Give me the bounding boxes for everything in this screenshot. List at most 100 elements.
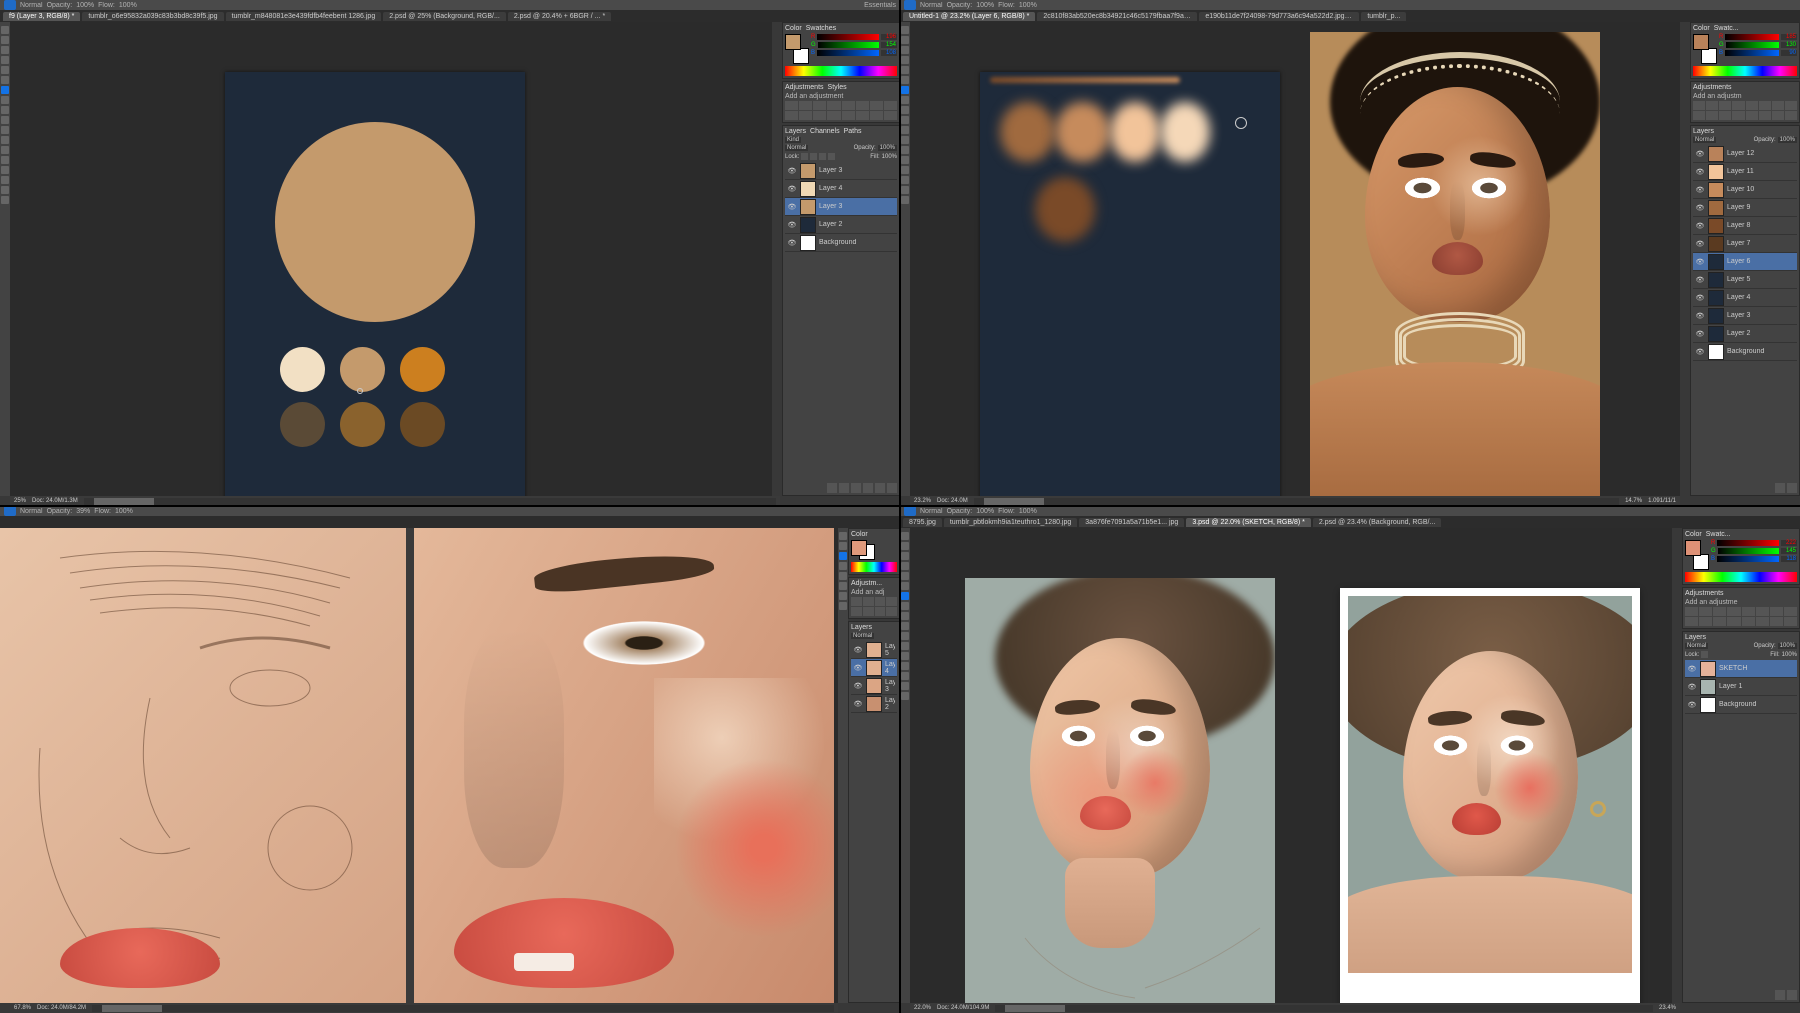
layer-name[interactable]: Layer 4 [1727,294,1795,301]
threshold-icon[interactable] [856,111,869,120]
blur-tool-icon[interactable] [901,632,909,640]
canvas-area[interactable] [910,22,1680,496]
move-tool-icon[interactable] [901,532,909,540]
layer-thumbnail[interactable] [1708,200,1724,216]
layer-thumbnail[interactable] [1708,164,1724,180]
document-tab[interactable]: f9 (Layer 3, RGB/8) * [3,12,80,21]
stamp-tool-icon[interactable] [901,602,909,610]
spectrum-ramp[interactable] [851,562,897,572]
visibility-eye-icon[interactable]: 👁 [1695,185,1705,195]
layer-row[interactable]: 👁 SKETCH [1685,660,1797,678]
visibility-eye-icon[interactable]: 👁 [1687,664,1697,674]
zoom-level[interactable]: 23.2% [914,498,931,504]
visibility-eye-icon[interactable]: 👁 [1695,239,1705,249]
adj-icon[interactable] [851,597,862,606]
layer-name[interactable]: Layer 2 [885,697,895,711]
flow-value[interactable]: 100% [115,508,133,515]
fill-input[interactable]: 100% [1782,652,1797,658]
document-tab[interactable]: 2.psd @ 23.4% (Background, RGB/... [1313,518,1441,527]
background-color-swatch[interactable] [1701,48,1717,64]
bw-icon[interactable] [884,101,897,110]
adj-icon[interactable] [1746,111,1758,120]
zoom-tool-icon[interactable] [901,692,909,700]
layer-thumbnail[interactable] [866,660,882,676]
painting-in-progress[interactable] [0,528,410,1003]
layer-row[interactable]: 👁Layer 5 [851,641,897,659]
canvas-area[interactable] [0,528,838,1003]
opacity-input[interactable]: 100% [878,145,897,151]
zoom-level-2[interactable]: 14.7% [1625,498,1642,504]
layer-name[interactable]: Layer 1 [1719,683,1795,690]
zoom-tool-icon[interactable] [901,196,909,204]
layer-name[interactable]: SKETCH [1719,665,1795,672]
blur-tool-icon[interactable] [1,126,9,134]
layer-row[interactable]: 👁Layer 10 [1693,181,1797,199]
slider-track[interactable] [1717,556,1779,562]
spectrum-ramp[interactable] [785,66,897,76]
channel-value[interactable]: 108 [881,50,897,56]
layer-thumbnail[interactable] [1700,661,1716,677]
new-layer-icon[interactable] [1775,990,1785,1000]
visibility-eye-icon[interactable]: 👁 [853,645,863,655]
type-tool-icon[interactable] [1,156,9,164]
layer-name[interactable]: Background [1727,348,1795,355]
pen-tool-icon[interactable] [901,146,909,154]
layer-row[interactable]: 👁Layer 4 [785,180,897,198]
dodge-tool-icon[interactable] [901,642,909,650]
shape-tool-icon[interactable] [901,672,909,680]
slider-track[interactable] [1725,34,1779,40]
layer-row[interactable]: 👁Layer 5 [1693,271,1797,289]
gradient-tool-icon[interactable] [1,116,9,124]
styles-tab[interactable]: Styles [828,84,847,91]
layer-thumbnail[interactable] [1708,272,1724,288]
horizontal-scrollbar[interactable] [974,498,1619,505]
document-tab[interactable]: tumblr_pbtlokmh9ia1teuthro1_1280.jpg [944,518,1077,527]
pen-tool-icon[interactable] [1,146,9,154]
reference-polaroid[interactable] [1340,588,1640,1003]
layer-row[interactable]: 👁Layer 2 [1693,325,1797,343]
adj-icon[interactable] [1699,617,1712,626]
hue-sat-icon[interactable] [856,101,869,110]
layer-thumbnail[interactable] [1708,146,1724,162]
adj-icon[interactable] [1772,111,1784,120]
slider-track[interactable] [1717,540,1779,546]
wand-tool-icon[interactable] [901,56,909,64]
layer-fx-icon[interactable] [839,483,849,493]
layer-thumbnail[interactable] [1700,679,1716,695]
foreground-color-swatch[interactable] [1693,34,1709,50]
layer-row[interactable]: 👁Background [1685,696,1797,714]
lasso-tool-icon[interactable] [901,552,909,560]
reference-image[interactable] [1310,32,1600,496]
posterize-icon[interactable] [842,111,855,120]
move-tool-icon[interactable] [1,26,9,34]
link-layers-icon[interactable] [827,483,837,493]
blend-mode-dropdown[interactable]: Normal [785,145,808,151]
layer-thumbnail[interactable] [1708,290,1724,306]
type-tool-icon[interactable] [901,662,909,670]
layer-row[interactable]: 👁Layer 2 [785,216,897,234]
layer-thumbnail[interactable] [1708,218,1724,234]
adj-icon[interactable] [1785,111,1797,120]
slider-track[interactable] [1718,548,1779,554]
color-balance-icon[interactable] [870,101,883,110]
document-tab[interactable]: 8795.jpg [903,518,942,527]
adj-icon[interactable] [1699,607,1712,616]
exposure-icon[interactable] [827,101,840,110]
layers-tab[interactable]: Layers [785,128,806,135]
visibility-eye-icon[interactable]: 👁 [787,166,797,176]
adj-icon[interactable] [1706,101,1718,110]
adj-icon[interactable] [863,607,874,616]
adj-icon[interactable] [1685,617,1698,626]
blend-mode-dropdown[interactable]: Normal [1693,137,1716,143]
channel-value[interactable]: 130 [1781,42,1797,48]
layer-thumbnail[interactable] [866,642,882,658]
adj-icon[interactable] [875,607,886,616]
marquee-tool-icon[interactable] [1,36,9,44]
adj-icon[interactable] [1732,101,1744,110]
layer-thumbnail[interactable] [866,678,882,694]
shape-tool-icon[interactable] [1,176,9,184]
layer-row[interactable]: 👁Layer 2 [851,695,897,713]
foreground-color-swatch[interactable] [785,34,801,50]
layer-row[interactable]: 👁Layer 3 [785,198,897,216]
brush-tool-icon[interactable] [901,592,909,600]
